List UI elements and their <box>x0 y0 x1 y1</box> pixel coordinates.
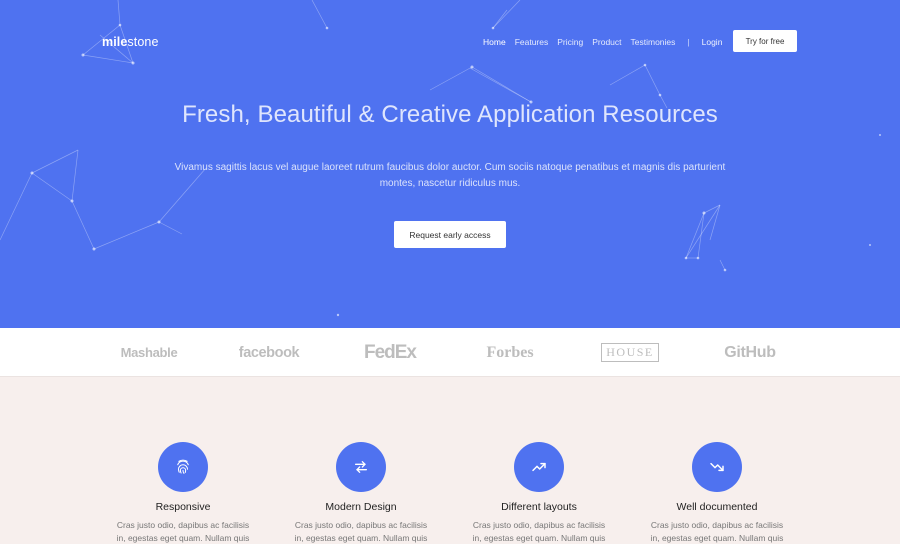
nav-link-product[interactable]: Product <box>592 37 621 47</box>
mashable-logo: Mashable <box>120 345 178 360</box>
feature-card: Modern Design Cras justo odio, dapibus a… <box>291 442 431 544</box>
swap-arrows-icon <box>336 442 386 492</box>
login-link[interactable]: Login <box>702 37 723 47</box>
nav-separator: | <box>687 37 690 47</box>
nav-link-home[interactable]: Home <box>483 37 506 47</box>
feature-card: Well documented Cras justo odio, dapibus… <box>647 442 787 544</box>
hero-section: milestone Home Features Pricing Product … <box>0 0 900 328</box>
feature-title: Well documented <box>676 501 758 513</box>
feature-card: Responsive Cras justo odio, dapibus ac f… <box>113 442 253 544</box>
feature-card: Different layouts Cras justo odio, dapib… <box>469 442 609 544</box>
house-logo-text: HOUSE <box>601 343 659 362</box>
nav-link-features[interactable]: Features <box>515 37 549 47</box>
try-for-free-button[interactable]: Try for free <box>733 30 797 52</box>
trending-down-icon <box>692 442 742 492</box>
feature-title: Different layouts <box>501 501 577 513</box>
github-logo: GitHub <box>724 343 776 361</box>
nav-links: Home Features Pricing Product Testimonie… <box>483 37 722 47</box>
feature-title: Modern Design <box>325 501 397 513</box>
feature-text: Cras justo odio, dapibus ac facilisis in… <box>472 520 606 543</box>
house-logo: HOUSE <box>597 328 663 377</box>
hero-title: Fresh, Beautiful & Creative Application … <box>182 101 718 128</box>
logo-thin: stone <box>127 35 159 49</box>
logo[interactable]: milestone <box>102 35 159 49</box>
hero-description: Vivamus sagittis lacus vel augue laoreet… <box>174 162 726 189</box>
request-access-button[interactable]: Request early access <box>394 221 506 248</box>
top-nav: milestone Home Features Pricing Product … <box>0 0 900 82</box>
facebook-logo: facebook <box>238 344 300 361</box>
feature-text: Cras justo odio, dapibus ac facilisis in… <box>650 520 784 543</box>
nav-link-testimonies[interactable]: Testimonies <box>631 37 676 47</box>
logo-bold: mile <box>102 35 128 49</box>
forbes-logo: Forbes <box>486 343 534 361</box>
fingerprint-icon <box>158 442 208 492</box>
nav-link-pricing[interactable]: Pricing <box>557 37 583 47</box>
fedex-logo: FedEx <box>363 341 417 363</box>
feature-text: Cras justo odio, dapibus ac facilisis in… <box>294 520 428 543</box>
feature-title: Responsive <box>155 501 211 513</box>
brand-logos-bar: Mashable facebook FedEx Forbes HOUSE Git… <box>0 328 900 377</box>
features-section: Responsive Cras justo odio, dapibus ac f… <box>0 378 900 543</box>
feature-text: Cras justo odio, dapibus ac facilisis in… <box>116 520 250 543</box>
trending-up-icon <box>514 442 564 492</box>
